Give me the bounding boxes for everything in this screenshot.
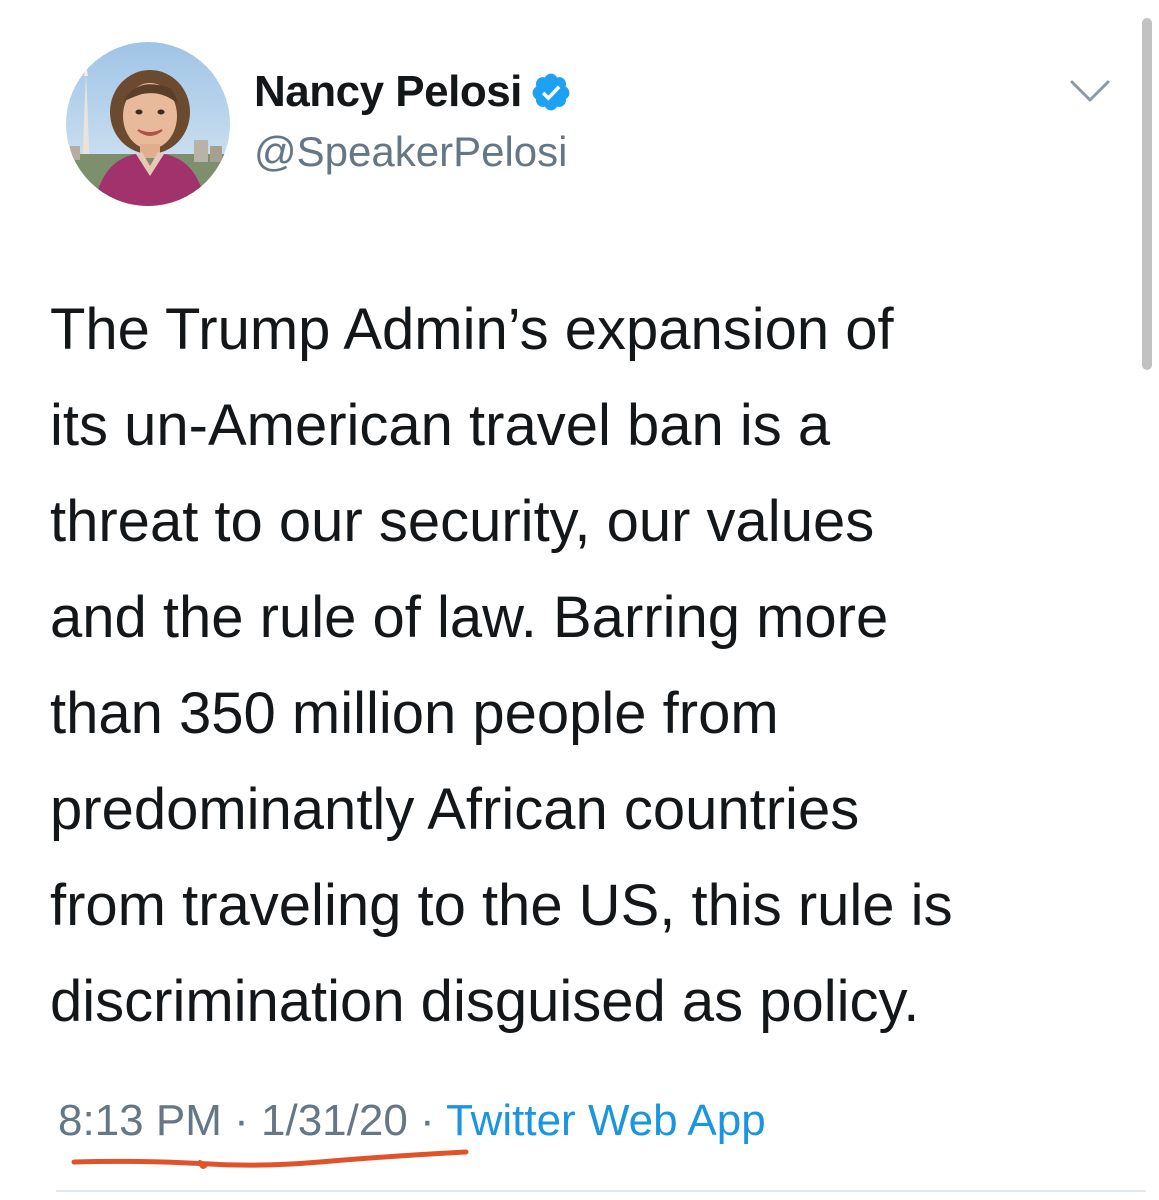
meta-separator: · xyxy=(234,1096,249,1145)
verified-badge-icon xyxy=(530,71,572,113)
divider xyxy=(56,1190,1146,1192)
handle[interactable]: @SpeakerPelosi xyxy=(254,128,567,176)
tweet-time[interactable]: 8:13 PM xyxy=(58,1096,222,1145)
tweet-source-link[interactable]: Twitter Web App xyxy=(446,1096,766,1145)
tweet-line: discrimination disguised as policy. xyxy=(50,969,920,1034)
tweet-line: The Trump Admin’s expansion of xyxy=(50,297,894,362)
tweet-text: The Trump Admin’s expansion of its un-Am… xyxy=(50,282,1125,1050)
profile-photo-icon xyxy=(66,42,230,206)
meta-separator: · xyxy=(420,1096,435,1145)
tweet-line: and the rule of law. Barring more xyxy=(50,585,889,650)
red-underline-annotation xyxy=(71,1149,469,1169)
display-name[interactable]: Nancy Pelosi xyxy=(254,67,522,117)
tweet-date[interactable]: 1/31/20 xyxy=(261,1096,408,1145)
tweet-line: its un-American travel ban is a xyxy=(50,393,831,458)
tweet-meta: 8:13 PM · 1/31/20 · Twitter Web App xyxy=(58,1096,766,1146)
tweet-screenshot: Nancy Pelosi @SpeakerPelosi The Trump Ad… xyxy=(0,0,1159,1200)
avatar[interactable] xyxy=(66,42,230,206)
tweet-line: threat to our security, our values xyxy=(50,489,875,554)
tweet-line: than 350 million people from xyxy=(50,681,779,746)
tweet-line: from traveling to the US, this rule is xyxy=(50,873,953,938)
scrollbar[interactable] xyxy=(1142,18,1152,370)
chevron-down-icon[interactable] xyxy=(1068,76,1112,106)
author-name-row: Nancy Pelosi xyxy=(254,64,572,120)
tweet-line: predominantly African countries xyxy=(50,777,860,842)
